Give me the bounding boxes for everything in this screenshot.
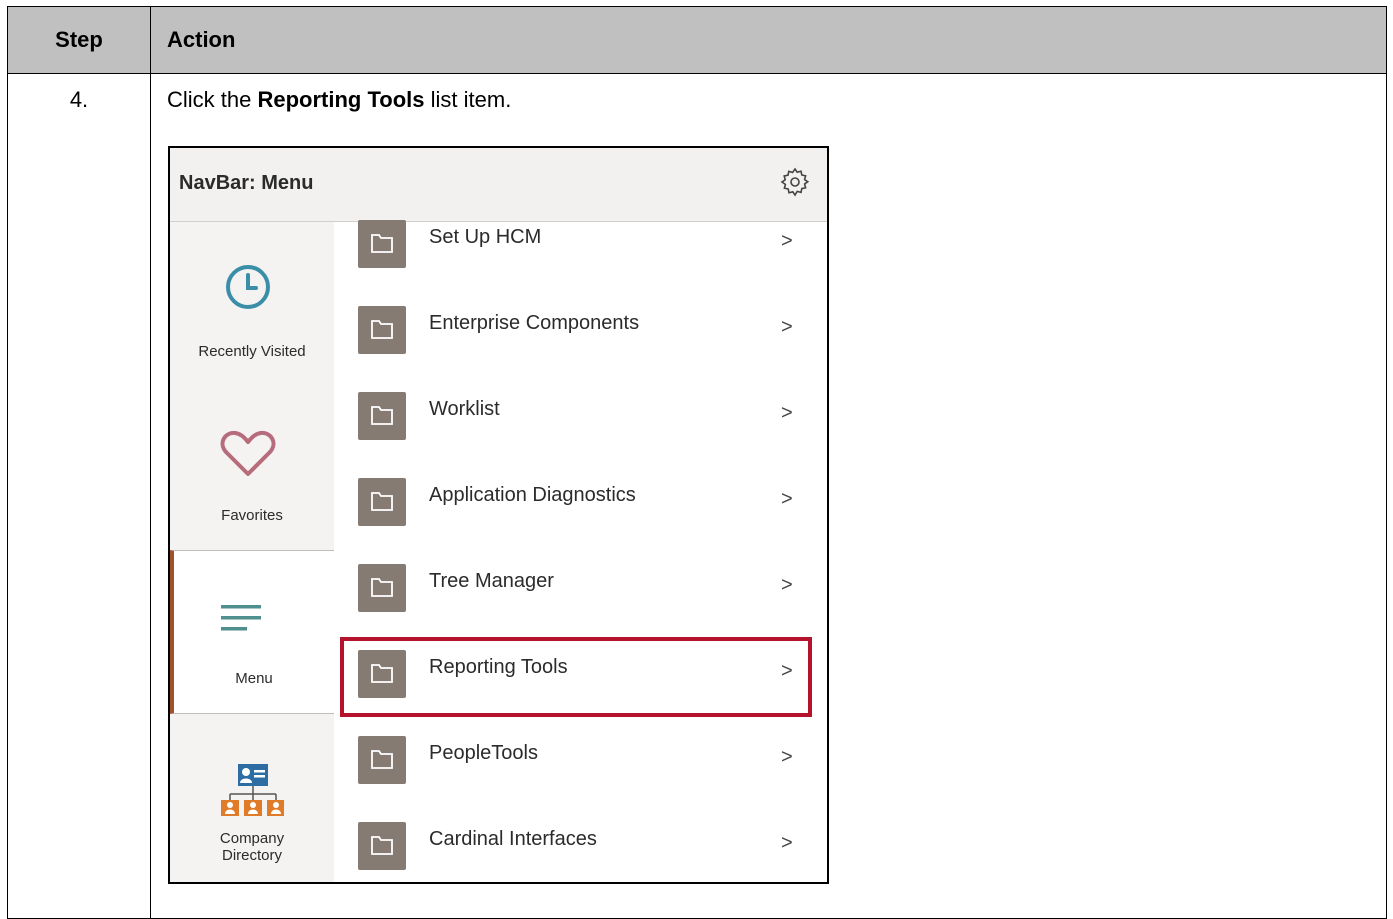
list-item-label: Application Diagnostics (429, 484, 636, 506)
folder-icon (358, 306, 406, 354)
list-item-application-diagnostics[interactable]: Application Diagnostics > (334, 478, 827, 566)
list-item-label: Worklist (429, 398, 500, 420)
step-number: 4. (69, 87, 89, 112)
chevron-right-icon: > (781, 402, 793, 424)
list-item-label: Tree Manager (429, 570, 554, 592)
gear-icon[interactable] (779, 166, 811, 198)
list-item-cardinal-interfaces[interactable]: Cardinal Interfaces > (334, 822, 827, 882)
heart-icon (220, 430, 276, 476)
table-header-row: Step Action (8, 7, 1386, 74)
folder-icon (358, 564, 406, 612)
menu-list: Set Up HCM > Enterprise Components > Wor… (334, 220, 827, 882)
clock-icon (226, 265, 270, 309)
column-divider (150, 7, 151, 918)
chevron-right-icon: > (781, 574, 793, 596)
instruction-suffix: list item. (424, 87, 512, 112)
list-item-label: Set Up HCM (429, 226, 542, 248)
folder-icon (358, 220, 406, 268)
navbar-sidebar: Recently Visited Favorites Menu Company … (170, 222, 334, 882)
folder-icon (358, 822, 406, 870)
sidebar-item-label: Menu (235, 670, 273, 687)
list-item-label: PeopleTools (429, 742, 538, 764)
org-chart-icon (221, 764, 284, 816)
chevron-right-icon: > (781, 230, 793, 252)
instruction-text: Click the Reporting Tools list item. (167, 87, 511, 113)
folder-icon (358, 478, 406, 526)
header-action: Action (167, 27, 236, 52)
navbar-panel: NavBar: Menu Recently Visited Favorites (168, 146, 829, 884)
list-item-set-up-hcm[interactable]: Set Up HCM > (334, 220, 827, 308)
list-item-worklist[interactable]: Worklist > (334, 392, 827, 480)
chevron-right-icon: > (781, 746, 793, 768)
navbar-header: NavBar: Menu (170, 148, 827, 222)
highlight-box (340, 637, 812, 717)
sidebar-item-label: Recently Visited (198, 343, 306, 360)
chevron-right-icon: > (781, 488, 793, 510)
list-item-label: Cardinal Interfaces (429, 828, 597, 850)
menu-lines-icon (221, 605, 261, 631)
chevron-right-icon: > (781, 316, 793, 338)
folder-icon (358, 736, 406, 784)
chevron-right-icon: > (781, 832, 793, 854)
list-item-peopletools[interactable]: PeopleTools > (334, 736, 827, 824)
sidebar-item-favorites[interactable]: Favorites (170, 386, 334, 550)
navbar-title: NavBar: Menu (179, 172, 314, 194)
header-step: Step (55, 27, 103, 52)
sidebar-item-company-directory[interactable]: Company Directory (170, 714, 334, 882)
sidebar-item-menu[interactable]: Menu (170, 550, 334, 714)
instruction-prefix: Click the (167, 87, 258, 112)
sidebar-item-label: Favorites (221, 507, 283, 524)
list-item-enterprise-components[interactable]: Enterprise Components > (334, 306, 827, 394)
instruction-bold: Reporting Tools (257, 87, 425, 112)
sidebar-item-label: Company Directory (219, 830, 285, 864)
sidebar-item-recently-visited[interactable]: Recently Visited (170, 222, 334, 386)
list-item-label: Enterprise Components (429, 312, 640, 334)
folder-icon (358, 392, 406, 440)
